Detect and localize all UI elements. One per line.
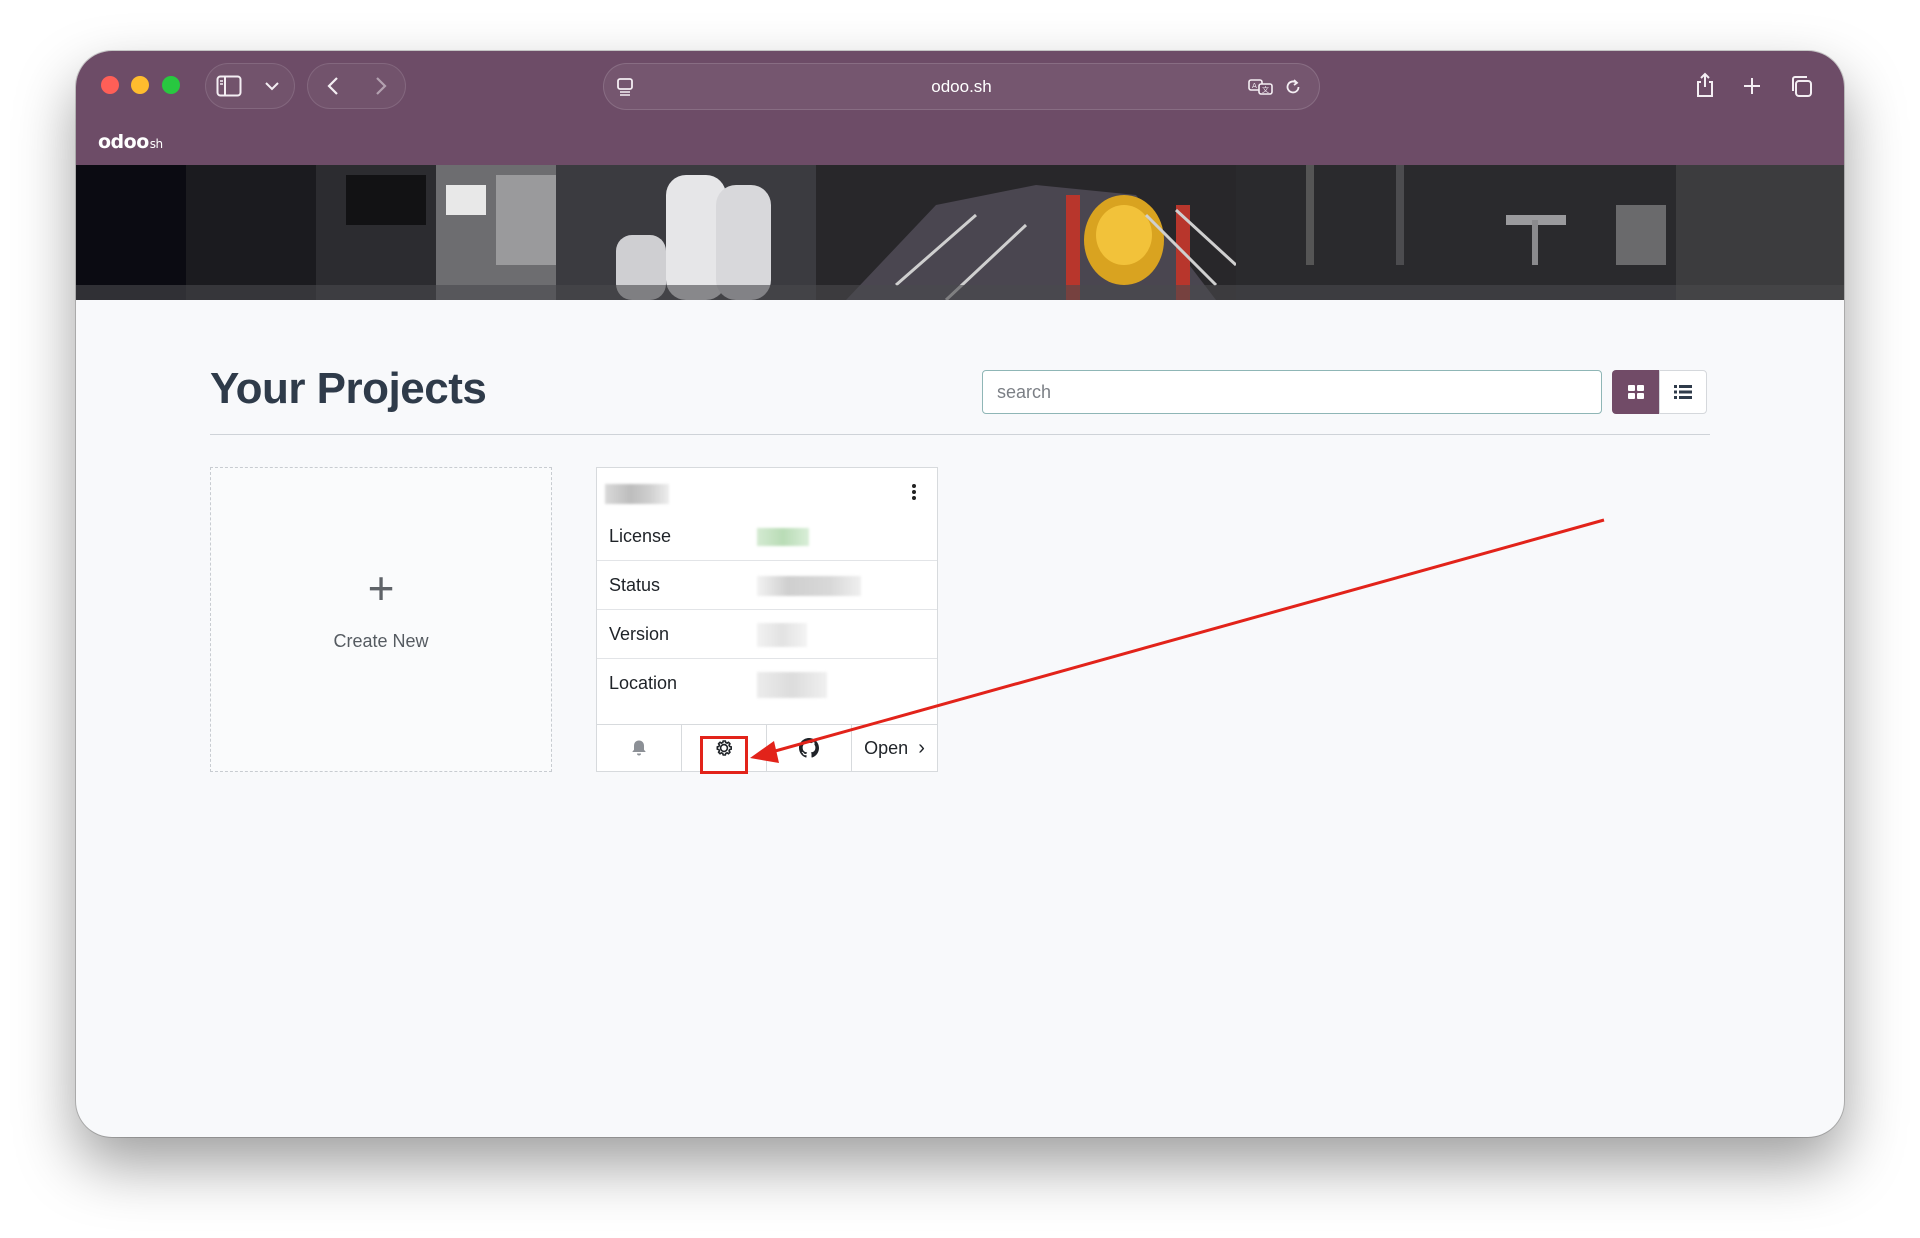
- header-divider: [210, 434, 1710, 435]
- address-bar[interactable]: odoo.sh A文: [603, 63, 1320, 110]
- page-title: Your Projects: [210, 364, 487, 413]
- open-project-button[interactable]: Open ›: [852, 725, 937, 771]
- close-window-button[interactable]: [101, 76, 119, 94]
- brand-main-text: odoo: [98, 131, 149, 153]
- search-input[interactable]: [982, 370, 1602, 414]
- create-new-label: Create New: [333, 631, 429, 651]
- list-view-icon: [1674, 385, 1692, 399]
- settings-button[interactable]: [682, 725, 767, 771]
- zoom-window-button[interactable]: [162, 76, 180, 94]
- new-tab-icon[interactable]: [1737, 71, 1767, 101]
- version-label: Version: [609, 624, 670, 644]
- browser-window: odoo.sh A文 odoosh Your Projects search +…: [76, 51, 1844, 1137]
- back-icon[interactable]: [321, 73, 345, 99]
- license-value-redacted: [757, 528, 809, 546]
- project-card: License Status Version Location Open ›: [596, 467, 938, 772]
- status-label: Status: [609, 575, 661, 595]
- location-value-redacted: [757, 672, 827, 698]
- bell-icon: [632, 740, 646, 756]
- project-name-redacted[interactable]: [605, 484, 669, 504]
- minimize-window-button[interactable]: [131, 76, 149, 94]
- projects-page: Your Projects + Create New License: [76, 300, 1844, 1137]
- status-value-redacted: [757, 576, 861, 596]
- create-new-project-card[interactable]: + Create New: [210, 467, 552, 772]
- share-icon[interactable]: [1690, 69, 1720, 101]
- forward-icon[interactable]: [369, 73, 393, 99]
- browser-titlebar: odoo.sh A文 odoosh: [76, 51, 1844, 165]
- url-text: odoo.sh: [931, 77, 992, 96]
- github-icon: [799, 738, 819, 758]
- status-row: Status: [597, 561, 937, 610]
- gear-icon: [716, 740, 732, 756]
- brand-sub-text: sh: [149, 137, 163, 151]
- project-card-footer: Open ›: [597, 724, 937, 771]
- github-button[interactable]: [767, 725, 852, 771]
- location-label: Location: [609, 673, 678, 693]
- open-label: Open: [864, 737, 909, 758]
- reload-icon[interactable]: [1282, 76, 1304, 98]
- kebab-menu-icon[interactable]: [909, 484, 919, 504]
- license-row: License: [597, 512, 937, 561]
- chevron-down-icon[interactable]: [262, 75, 282, 97]
- svg-text:文: 文: [1262, 85, 1269, 94]
- version-value-redacted: [757, 623, 807, 647]
- odoo-sh-logo[interactable]: odoosh: [98, 131, 163, 153]
- chevron-right-icon: ›: [918, 736, 925, 759]
- notifications-button[interactable]: [597, 725, 682, 771]
- version-row: Version: [597, 610, 937, 659]
- tabs-icon[interactable]: [1786, 71, 1816, 101]
- list-view-button[interactable]: [1659, 370, 1707, 414]
- license-label: License: [609, 526, 672, 546]
- translate-icon[interactable]: A文: [1247, 76, 1275, 98]
- project-card-header: [597, 468, 937, 518]
- grid-view-button[interactable]: [1612, 370, 1660, 414]
- grid-view-icon: [1628, 385, 1644, 399]
- svg-text:A: A: [1252, 82, 1257, 90]
- hero-banner-image: [76, 165, 1844, 300]
- plus-icon: +: [367, 562, 395, 614]
- sidebar-icon[interactable]: [215, 73, 243, 99]
- location-row: Location: [597, 659, 937, 708]
